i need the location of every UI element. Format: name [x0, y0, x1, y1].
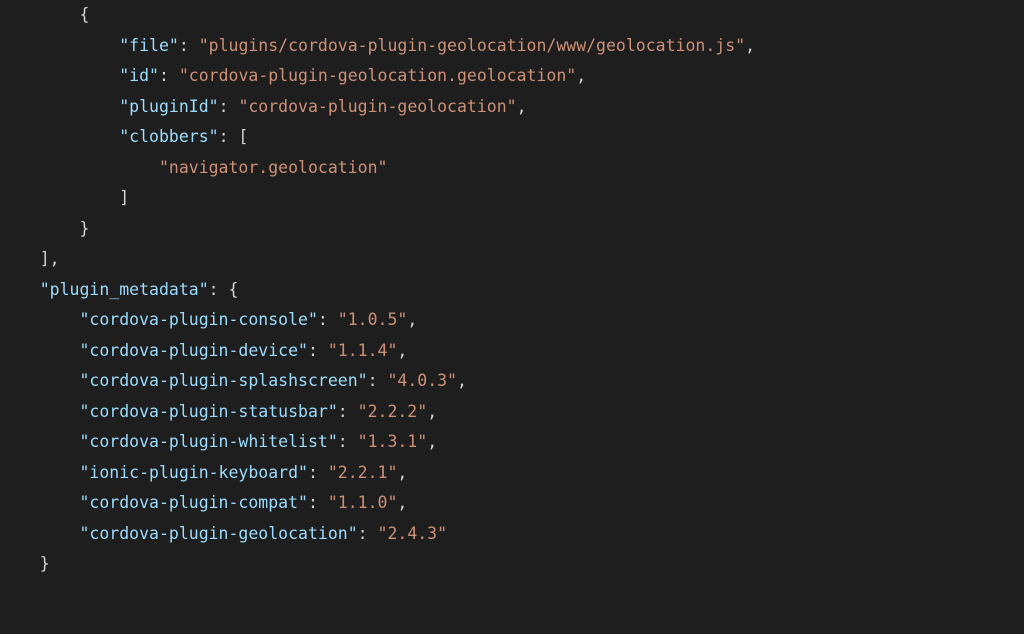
json-key-file: "file" [119, 36, 179, 55]
json-key-meta-whitelist: "cordova-plugin-whitelist" [79, 432, 337, 451]
json-key-meta-statusbar: "cordova-plugin-statusbar" [79, 402, 337, 421]
json-key-meta-device: "cordova-plugin-device" [79, 341, 307, 360]
json-key-meta-geolocation: "cordova-plugin-geolocation" [79, 524, 357, 543]
json-value-meta-splashscreen: "4.0.3" [387, 371, 457, 390]
json-value-meta-console: "1.0.5" [338, 310, 408, 329]
json-key-id: "id" [119, 66, 159, 85]
json-key-meta-splashscreen: "cordova-plugin-splashscreen" [79, 371, 367, 390]
json-value-file: "plugins/cordova-plugin-geolocation/www/… [199, 36, 745, 55]
json-value-meta-device: "1.1.4" [328, 341, 398, 360]
json-value-meta-whitelist: "1.3.1" [358, 432, 428, 451]
json-value-meta-statusbar: "2.2.2" [358, 402, 428, 421]
json-value-pluginid: "cordova-plugin-geolocation" [238, 97, 516, 116]
json-key-meta-keyboard: "ionic-plugin-keyboard" [79, 463, 307, 482]
json-value-id: "cordova-plugin-geolocation.geolocation" [179, 66, 576, 85]
json-value-meta-compat: "1.1.0" [328, 493, 398, 512]
json-value-meta-keyboard: "2.2.1" [328, 463, 398, 482]
code-block: { "file": "plugins/cordova-plugin-geoloc… [0, 0, 1024, 580]
json-key-meta-console: "cordova-plugin-console" [79, 310, 317, 329]
json-value-meta-geolocation: "2.4.3" [378, 524, 448, 543]
json-key-pluginid: "pluginId" [119, 97, 218, 116]
json-key-meta-compat: "cordova-plugin-compat" [79, 493, 307, 512]
json-key-clobbers: "clobbers" [119, 127, 218, 146]
json-key-plugin-metadata: "plugin_metadata" [40, 280, 209, 299]
json-value-clobbers-item: "navigator.geolocation" [159, 158, 387, 177]
